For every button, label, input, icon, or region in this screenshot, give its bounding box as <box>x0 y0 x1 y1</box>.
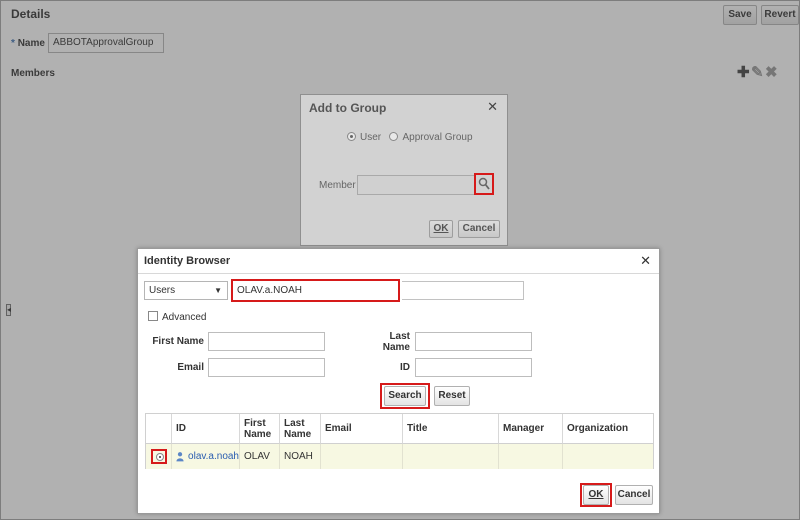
user-radio-label: User <box>360 132 382 143</box>
user-icon <box>176 452 184 462</box>
last-name-header-line1: Last <box>284 417 305 429</box>
column-header-id[interactable]: ID <box>172 414 240 444</box>
dialog-titlebar: Identity Browser ✕ <box>138 249 659 274</box>
magnifier-icon <box>478 177 490 190</box>
column-header-last-name[interactable]: Last Name <box>280 414 321 444</box>
row-organization-cell <box>563 444 653 469</box>
id-field[interactable] <box>415 358 532 377</box>
row-title-cell <box>403 444 499 469</box>
column-header-first-name[interactable]: First Name <box>240 414 280 444</box>
email-field[interactable] <box>208 358 325 377</box>
row-id-cell: olav.a.noah <box>172 444 240 469</box>
first-name-header-line1: First <box>244 417 266 429</box>
advanced-checkbox[interactable] <box>148 311 158 321</box>
select-column-header <box>146 414 172 444</box>
user-radio[interactable] <box>347 132 356 141</box>
last-name-label-line1: Last <box>389 331 410 342</box>
column-header-title[interactable]: Title <box>403 414 499 444</box>
add-to-group-dialog: Add to Group ✕ User Approval Group Membe… <box>300 94 508 246</box>
search-button[interactable]: Search <box>384 386 426 406</box>
ok-label: OK <box>433 223 449 234</box>
advanced-toggle[interactable]: Advanced <box>148 311 206 323</box>
last-name-field[interactable] <box>415 332 532 351</box>
identity-browser-title: Identity Browser <box>144 255 231 267</box>
approval-group-radio-label: Approval Group <box>402 132 473 143</box>
row-manager-cell <box>499 444 563 469</box>
add-to-group-title: Add to Group <box>309 101 387 115</box>
member-type-radios: User Approval Group <box>347 132 473 143</box>
member-search-button[interactable] <box>474 173 494 195</box>
row-select-radio[interactable] <box>151 449 167 464</box>
row-last-name-cell: NOAH <box>280 444 321 469</box>
column-header-organization[interactable]: Organization <box>563 414 653 444</box>
cancel-label: Cancel <box>617 489 651 500</box>
cancel-button[interactable]: Cancel <box>615 485 653 505</box>
identity-browser-dialog: Identity Browser ✕ Users ▼ OLAV.a.NOAH A… <box>137 248 660 514</box>
member-label: Member <box>319 180 356 191</box>
first-name-label: First Name <box>152 336 204 347</box>
last-name-label-line2: Name <box>382 342 410 353</box>
column-header-manager[interactable]: Manager <box>499 414 563 444</box>
approval-group-radio[interactable] <box>389 132 399 141</box>
dropdown-caret-icon: ▼ <box>214 286 222 295</box>
results-table: ID First Name Last Name Email Title Manage… <box>145 413 654 469</box>
identity-type-value: Users <box>149 285 176 296</box>
cancel-label: Cancel <box>462 223 496 234</box>
advanced-label: Advanced <box>162 312 207 323</box>
identity-type-select[interactable]: Users ▼ <box>144 281 228 300</box>
row-email-cell <box>321 444 403 469</box>
member-field[interactable] <box>357 175 475 195</box>
reset-button[interactable]: Reset <box>434 386 470 406</box>
email-label: Email <box>177 362 204 373</box>
ok-label: OK <box>588 489 604 500</box>
first-name-header-line2: Name <box>244 428 272 440</box>
add-to-group-ok-button[interactable]: OK <box>429 220 453 238</box>
search-input-extension[interactable] <box>402 281 524 300</box>
close-icon[interactable]: ✕ <box>640 253 651 269</box>
user-id-link[interactable]: olav.a.noah <box>188 451 239 462</box>
close-icon[interactable]: ✕ <box>487 99 498 115</box>
id-label: ID <box>400 362 410 373</box>
add-to-group-cancel-button[interactable]: Cancel <box>458 220 500 238</box>
first-name-field[interactable] <box>208 332 325 351</box>
search-input[interactable]: OLAV.a.NOAH <box>231 279 400 302</box>
last-name-header-line2: Name <box>284 428 312 440</box>
radio-selected-icon <box>156 453 164 461</box>
row-first-name-cell: OLAV <box>240 444 280 469</box>
ok-button[interactable]: OK <box>583 485 609 505</box>
last-name-label: Last Name <box>376 331 410 353</box>
column-header-email[interactable]: Email <box>321 414 403 444</box>
